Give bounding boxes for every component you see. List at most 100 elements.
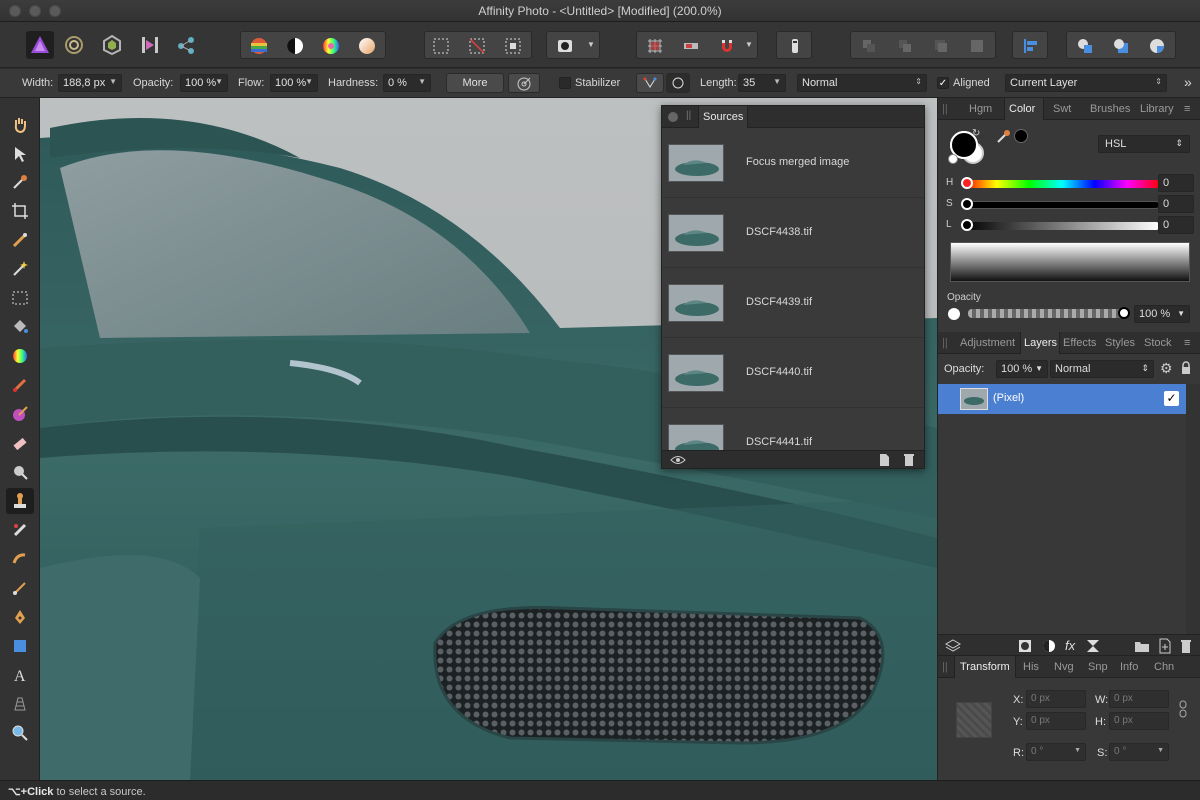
view-tool[interactable] [6, 112, 34, 138]
export-persona-button[interactable] [172, 31, 200, 59]
select-all-button[interactable] [427, 32, 455, 60]
hue-value[interactable]: 0 [1158, 174, 1194, 192]
aligned-checkbox[interactable]: ✓ [937, 77, 949, 89]
invert-selection-button[interactable] [499, 32, 527, 60]
flood-select-tool[interactable] [6, 256, 34, 282]
layer-visibility-checkbox[interactable]: ✓ [1164, 391, 1179, 406]
window-mode-button[interactable] [666, 73, 690, 93]
opacity-knob[interactable] [1118, 307, 1130, 319]
drag-handle-icon[interactable]: || [942, 661, 948, 673]
quick-mask-button[interactable] [551, 32, 579, 60]
panel-menu-icon[interactable]: ≡ [1184, 337, 1190, 349]
layers-scrollbar[interactable] [1186, 384, 1200, 634]
list-item[interactable]: Focus merged image [662, 128, 924, 198]
no-color-icon[interactable] [948, 154, 958, 164]
y-field[interactable]: 0 px [1026, 712, 1086, 730]
trash-icon[interactable] [903, 453, 915, 467]
chevron-down-icon[interactable]: ▼ [745, 40, 753, 49]
move-back-one-button[interactable] [891, 32, 919, 60]
lightness-value[interactable]: 0 [1158, 216, 1194, 234]
rotation-field[interactable]: 0 ° ▼ [1026, 743, 1086, 761]
hsl-button[interactable] [317, 32, 345, 60]
w-field[interactable]: 0 px [1109, 690, 1169, 708]
lightness-track[interactable] [964, 222, 1160, 230]
tab-info[interactable]: Info [1120, 661, 1138, 673]
list-item[interactable]: DSCF4439.tif [662, 268, 924, 338]
subtract-shape-button[interactable] [1107, 32, 1135, 60]
drag-handle-icon[interactable]: || [942, 103, 948, 115]
saturation-knob[interactable] [961, 198, 973, 210]
intersect-shape-button[interactable] [1143, 32, 1171, 60]
color-opacity-field[interactable]: 100 % ▼ [1134, 305, 1190, 323]
x-field[interactable]: 0 px [1026, 690, 1086, 708]
tab-swatches[interactable]: Swt [1053, 103, 1071, 115]
opacity-field[interactable]: 100 % ▼ [180, 74, 228, 92]
lock-icon[interactable] [1180, 361, 1192, 375]
clone-brush-tool[interactable] [6, 488, 34, 514]
anchor-selector[interactable] [956, 702, 992, 738]
tab-effects[interactable]: Effects [1063, 337, 1096, 349]
flow-field[interactable]: 100 % ▼ [270, 74, 318, 92]
hue-track[interactable] [964, 180, 1160, 188]
tab-brushes[interactable]: Brushes [1090, 103, 1130, 115]
list-item[interactable]: DSCF4440.tif [662, 338, 924, 408]
eyedropper-icon[interactable] [996, 128, 1012, 144]
rectangle-tool[interactable] [6, 633, 34, 659]
drag-handle-icon[interactable]: || [686, 110, 691, 121]
paint-brush-tool[interactable] [6, 372, 34, 398]
color-replacement-tool[interactable] [6, 401, 34, 427]
layer-blend-mode-select[interactable]: Normal ⇕ [1050, 360, 1154, 378]
tab-sources[interactable]: Sources [698, 106, 749, 128]
smudge-tool[interactable] [6, 546, 34, 572]
move-to-back-button[interactable] [855, 32, 883, 60]
saturation-track[interactable] [964, 201, 1160, 209]
source-layer-select[interactable]: Current Layer ⇕ [1005, 74, 1167, 92]
hardness-field[interactable]: 0 % ▼ [383, 74, 431, 92]
add-layer-icon[interactable] [1158, 638, 1172, 654]
trash-icon[interactable] [1180, 638, 1192, 654]
overflow-chevron-icon[interactable]: » [1184, 74, 1192, 90]
color-picker-tool[interactable] [6, 169, 34, 195]
tab-styles[interactable]: Styles [1105, 337, 1135, 349]
adjustment-icon[interactable] [1042, 639, 1056, 653]
flood-fill-tool[interactable] [6, 314, 34, 340]
tab-channels[interactable]: Chn [1154, 661, 1174, 673]
brush-button[interactable] [508, 73, 540, 93]
tone-mapping-persona-button[interactable] [136, 31, 164, 59]
stabilizer-checkbox[interactable] [559, 77, 571, 89]
inpainting-brush-tool[interactable] [6, 517, 34, 543]
layer-row-pixel[interactable]: (Pixel) ✓ [938, 384, 1186, 414]
swap-colors-icon[interactable]: ↻ [972, 128, 980, 139]
tab-color[interactable]: Color [1009, 103, 1035, 115]
levels-button[interactable] [245, 32, 273, 60]
tab-layers[interactable]: Layers [1024, 337, 1057, 349]
live-filter-icon[interactable] [1086, 639, 1100, 653]
tab-histogram[interactable]: Hgm [969, 103, 992, 115]
zoom-tool[interactable] [6, 720, 34, 746]
lightness-knob[interactable] [961, 219, 973, 231]
add-source-icon[interactable] [878, 453, 890, 467]
tab-adjustment[interactable]: Adjustment [960, 337, 1015, 349]
tab-navigator[interactable]: Nvg [1054, 661, 1074, 673]
snapping-button[interactable] [713, 32, 741, 60]
fx-icon[interactable]: fx [1065, 638, 1075, 653]
shear-field[interactable]: 0 ° ▼ [1109, 743, 1169, 761]
color-preview-gradient[interactable] [950, 242, 1190, 282]
close-panel-icon[interactable] [668, 112, 678, 122]
pen-tool[interactable] [6, 604, 34, 630]
tab-library[interactable]: Library [1140, 103, 1174, 115]
tab-snapshots[interactable]: Snp [1088, 661, 1108, 673]
develop-persona-button[interactable] [98, 31, 126, 59]
color-model-select[interactable]: HSL ⇕ [1098, 135, 1190, 153]
tab-transform[interactable]: Transform [960, 661, 1010, 673]
dodge-tool[interactable] [6, 459, 34, 485]
deselect-button[interactable] [463, 32, 491, 60]
eye-icon[interactable] [670, 454, 686, 466]
text-tool[interactable]: A [6, 662, 34, 688]
opacity-reset-icon[interactable] [948, 308, 960, 320]
align-button[interactable] [1017, 32, 1045, 60]
gear-icon[interactable]: ⚙ [1160, 360, 1173, 377]
gradient-tool[interactable] [6, 343, 34, 369]
more-button[interactable]: More [446, 73, 504, 93]
move-by-whole-pixels-button[interactable] [677, 32, 705, 60]
